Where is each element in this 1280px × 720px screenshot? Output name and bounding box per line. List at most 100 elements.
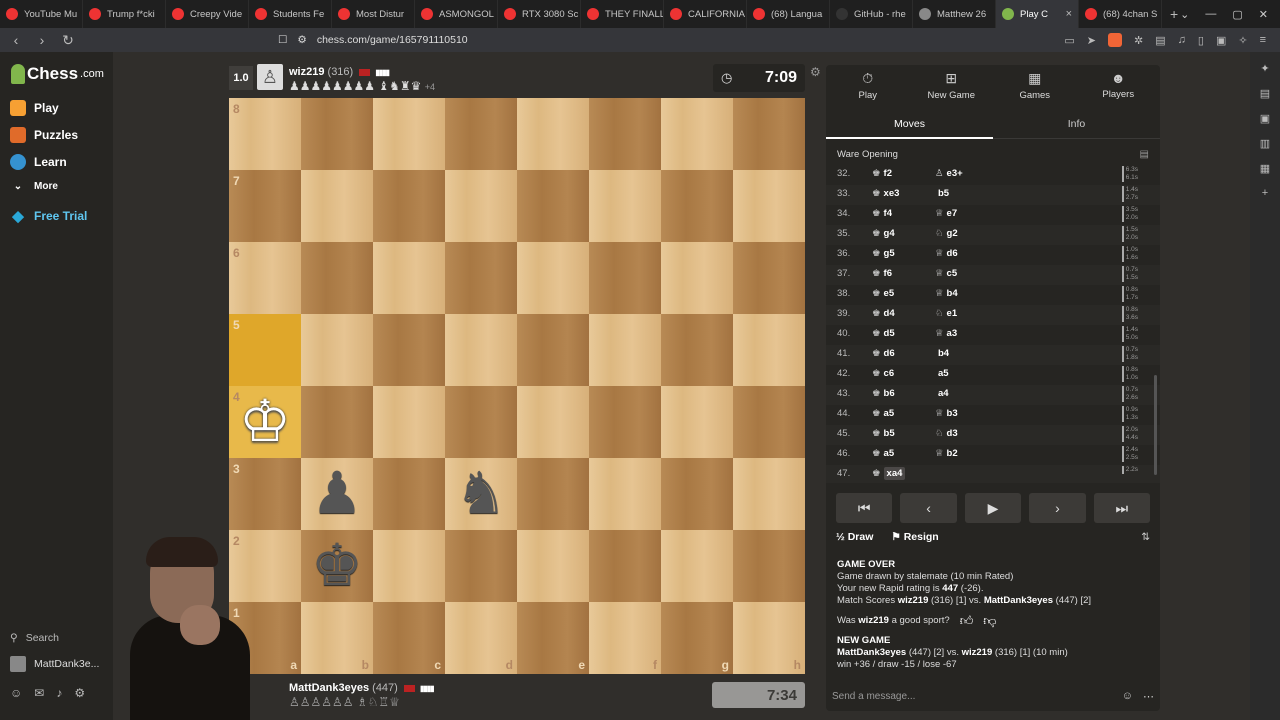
next-move-button[interactable]: ›: [1029, 493, 1086, 523]
extensions-icon[interactable]: ✲: [1134, 34, 1143, 47]
square-d4[interactable]: [445, 386, 517, 458]
square-e3[interactable]: [517, 458, 589, 530]
sidebar-icon[interactable]: ▯: [1198, 34, 1204, 47]
browser-tab[interactable]: RTX 3080 Sc: [498, 0, 581, 28]
square-d5[interactable]: [445, 314, 517, 386]
square-b3[interactable]: ♟: [301, 458, 373, 530]
square-a7[interactable]: 7: [229, 170, 301, 242]
chess-piece[interactable]: ♔: [229, 386, 301, 458]
black-move[interactable]: ♘ g2: [935, 228, 958, 239]
chesscom-logo[interactable]: Chess .com: [11, 64, 104, 84]
square-f4[interactable]: [589, 386, 661, 458]
cast-icon[interactable]: ▭: [1064, 34, 1074, 47]
first-move-button[interactable]: ⏮: [836, 493, 893, 523]
board-settings-icon[interactable]: ⚙: [810, 65, 821, 79]
black-move[interactable]: a4: [935, 388, 949, 399]
last-move-button[interactable]: ⏭: [1093, 493, 1151, 523]
square-g5[interactable]: [661, 314, 733, 386]
tab-new-game[interactable]: ⊞ New Game: [910, 65, 994, 105]
square-f8[interactable]: [589, 98, 661, 170]
white-move[interactable]: ♚ xe3: [872, 188, 899, 199]
square-f3[interactable]: [589, 458, 661, 530]
square-e5[interactable]: [517, 314, 589, 386]
tab-moves[interactable]: Moves: [826, 109, 993, 139]
browser-tab[interactable]: (68) Langua: [747, 0, 830, 28]
square-e1[interactable]: e: [517, 602, 589, 674]
square-g4[interactable]: [661, 386, 733, 458]
square-b1[interactable]: b: [301, 602, 373, 674]
square-b2[interactable]: ♚: [301, 530, 373, 602]
white-move[interactable]: ♚ xa4: [872, 467, 906, 480]
square-e8[interactable]: [517, 98, 589, 170]
opponent-name[interactable]: wiz219 (316) ▮▮▮▮: [289, 66, 390, 78]
player-name[interactable]: MattDank3eyes (447) ▮▮▮▮: [289, 682, 435, 694]
nav-puzzles[interactable]: Puzzles: [10, 127, 78, 143]
browser-tab[interactable]: ASMONGOL: [415, 0, 498, 28]
black-move[interactable]: ♕ b2: [935, 448, 958, 459]
square-f5[interactable]: [589, 314, 661, 386]
white-move[interactable]: ♚ g4: [872, 228, 895, 239]
square-h4[interactable]: [733, 386, 805, 458]
tab-play[interactable]: ⏱ Play: [826, 65, 910, 105]
square-d3[interactable]: ♞: [445, 458, 517, 530]
chess-piece[interactable]: ♚: [301, 530, 373, 602]
history-icon[interactable]: ▦: [1260, 162, 1270, 175]
prev-move-button[interactable]: ‹: [900, 493, 957, 523]
black-move[interactable]: ♘ d3: [935, 428, 958, 439]
tab-games[interactable]: ▦ Games: [993, 65, 1077, 105]
square-g8[interactable]: [661, 98, 733, 170]
square-e7[interactable]: [517, 170, 589, 242]
reading-list-icon[interactable]: ▤: [1260, 87, 1270, 100]
white-move[interactable]: ♚ g5: [872, 248, 895, 259]
wallet-side-icon[interactable]: ▣: [1260, 112, 1270, 125]
square-b8[interactable]: [301, 98, 373, 170]
forward-icon[interactable]: ›: [32, 32, 52, 48]
black-move[interactable]: ♙ e3+: [935, 168, 963, 179]
nav-play[interactable]: Play: [10, 100, 59, 116]
tab-players[interactable]: ☻ Players: [1077, 65, 1161, 105]
notifications-icon[interactable]: ♪: [56, 686, 62, 700]
square-h7[interactable]: [733, 170, 805, 242]
browser-tab[interactable]: (68) 4chan S: [1079, 0, 1162, 28]
white-move[interactable]: ♚ f6: [872, 268, 892, 279]
white-move[interactable]: ♚ d5: [872, 328, 895, 339]
browser-tab[interactable]: Trump f*cki: [83, 0, 166, 28]
browser-tab[interactable]: GitHub - rhe: [830, 0, 913, 28]
square-c4[interactable]: [373, 386, 445, 458]
square-c5[interactable]: [373, 314, 445, 386]
thumbs-up-icon[interactable]: 👍︎: [960, 614, 974, 627]
square-c1[interactable]: c: [373, 602, 445, 674]
browser-tab[interactable]: Most Distur: [332, 0, 415, 28]
black-move[interactable]: ♕ c5: [935, 268, 957, 279]
square-h5[interactable]: [733, 314, 805, 386]
nav-more[interactable]: ⌄ More: [10, 181, 58, 192]
browser-tab[interactable]: Play C ×: [996, 0, 1079, 28]
square-f7[interactable]: [589, 170, 661, 242]
black-move[interactable]: b5: [935, 188, 949, 199]
move-list-scrollbar[interactable]: [1154, 375, 1157, 475]
leo-icon[interactable]: ✧: [1238, 34, 1247, 47]
square-f6[interactable]: [589, 242, 661, 314]
white-move[interactable]: ♚ d4: [872, 308, 895, 319]
square-a6[interactable]: 6: [229, 242, 301, 314]
close-tab-icon[interactable]: ×: [1066, 8, 1072, 20]
add-panel-icon[interactable]: +: [1262, 187, 1268, 199]
black-move[interactable]: ♕ b4: [935, 288, 958, 299]
square-b5[interactable]: [301, 314, 373, 386]
browser-tab[interactable]: THEY FINALL: [581, 0, 664, 28]
thumbs-down-icon[interactable]: 👎︎: [983, 614, 996, 627]
wallet-icon[interactable]: ▣: [1216, 34, 1226, 47]
browser-tab[interactable]: Matthew 26: [913, 0, 996, 28]
chess-board[interactable]: 8 7 6 5 4 ♔ 3 ♟ ♞ 2 ♚ 1 a b c d e f g h: [229, 98, 805, 674]
square-h3[interactable]: [733, 458, 805, 530]
white-move[interactable]: ♚ f4: [872, 208, 892, 219]
emoji-icon[interactable]: ☺: [1122, 690, 1133, 703]
black-move[interactable]: ♕ d6: [935, 248, 958, 259]
white-move[interactable]: ♚ b5: [872, 428, 895, 439]
leo-ai-icon[interactable]: ✦: [1260, 62, 1269, 75]
square-h6[interactable]: [733, 242, 805, 314]
square-h1[interactable]: h: [733, 602, 805, 674]
play-moves-button[interactable]: ▶: [964, 493, 1022, 523]
square-c2[interactable]: [373, 530, 445, 602]
media-icon[interactable]: ♫: [1178, 34, 1186, 46]
